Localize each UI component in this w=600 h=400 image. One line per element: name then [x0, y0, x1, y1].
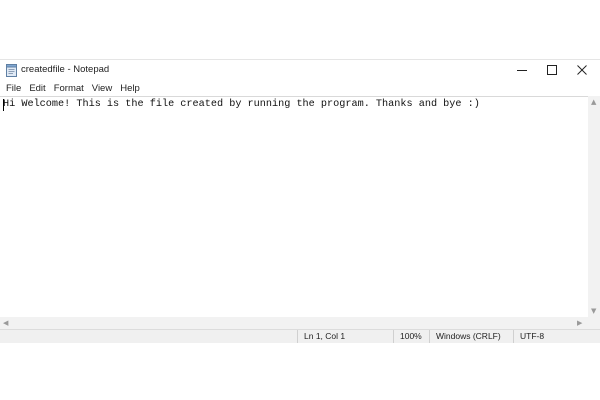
scroll-left-icon[interactable]: ◀ [3, 317, 8, 329]
zoom-level: 100% [393, 330, 429, 343]
close-icon [577, 62, 587, 80]
text-editor[interactable]: Hi Welcome! This is the file created by … [0, 96, 588, 317]
close-button[interactable] [566, 60, 598, 82]
menu-bar: File Edit Format View Help [0, 82, 600, 96]
scroll-down-icon[interactable]: ▼ [591, 305, 596, 317]
cursor-position: Ln 1, Col 1 [297, 330, 393, 343]
menu-edit[interactable]: Edit [25, 82, 49, 96]
minimize-icon [517, 62, 527, 80]
minimize-button[interactable] [506, 60, 538, 82]
menu-help[interactable]: Help [116, 82, 144, 96]
menu-file[interactable]: File [0, 82, 25, 96]
scroll-up-icon[interactable]: ▲ [591, 96, 596, 108]
window-title: createdfile - Notepad [21, 64, 110, 75]
maximize-button[interactable] [536, 60, 568, 82]
scrollbar-corner [588, 317, 600, 329]
maximize-icon [547, 62, 557, 80]
line-ending: Windows (CRLF) [429, 330, 513, 343]
menu-view[interactable]: View [88, 82, 116, 96]
notepad-window: createdfile - Notepad File Edit Format V… [0, 59, 600, 343]
text-caret [3, 99, 4, 111]
editor-content: Hi Welcome! This is the file created by … [3, 99, 480, 110]
title-bar[interactable]: createdfile - Notepad [0, 60, 600, 82]
status-bar: Ln 1, Col 1 100% Windows (CRLF) UTF-8 [0, 329, 600, 343]
scroll-right-icon[interactable]: ▶ [577, 317, 582, 329]
vertical-scrollbar[interactable]: ▲ ▼ [588, 96, 600, 317]
horizontal-scrollbar[interactable]: ◀ ▶ [0, 317, 588, 329]
encoding: UTF-8 [513, 330, 600, 343]
menu-format[interactable]: Format [50, 82, 88, 96]
notepad-icon [6, 64, 17, 77]
